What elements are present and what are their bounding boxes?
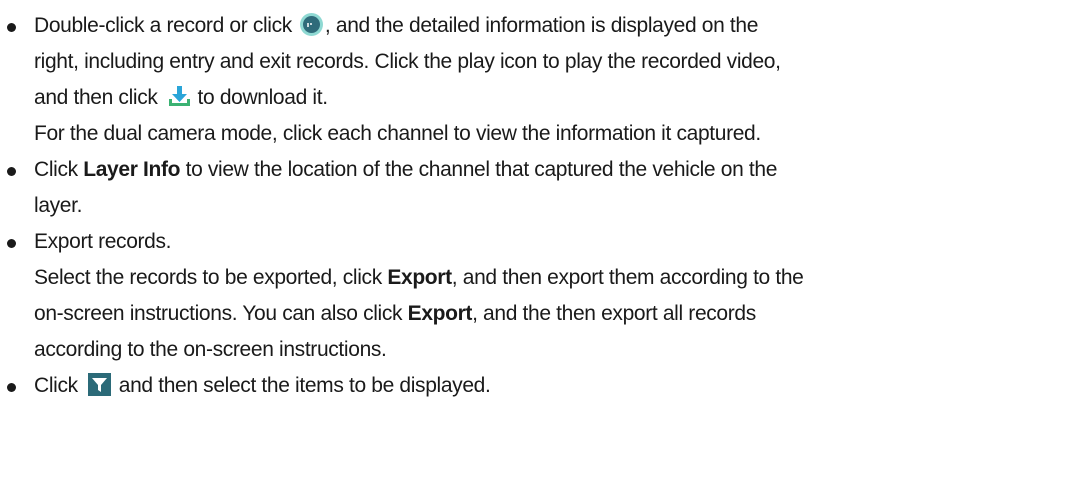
layer-info-term: Layer Info <box>83 158 181 181</box>
text-line: right, including entry and exit records.… <box>34 50 781 73</box>
text-line: Export records. <box>34 230 172 253</box>
export-term: Export <box>387 266 452 289</box>
text-line: on-screen instructions. You can also cli… <box>34 302 756 325</box>
filter-icon <box>87 372 111 396</box>
more-circle-icon <box>299 12 323 36</box>
text-line: Select the records to be exported, click… <box>34 266 804 289</box>
text-line: Click and then select the items to be di… <box>34 372 491 397</box>
text-line: layer. <box>34 194 83 217</box>
text-line: according to the on-screen instructions. <box>34 338 387 361</box>
download-icon <box>166 84 192 108</box>
bullet-dot <box>7 239 16 248</box>
text-line: For the dual camera mode, click each cha… <box>34 122 761 145</box>
export-term: Export <box>407 302 473 325</box>
bullet-dot <box>7 167 16 176</box>
text-line: Click Layer Info to view the location of… <box>34 158 778 181</box>
document: Double-click a record or click, and the … <box>0 0 1066 486</box>
bullet-dot <box>7 23 16 32</box>
text-line: Double-click a record or click, and the … <box>34 12 759 37</box>
text-line: and then click to download it. <box>34 84 328 109</box>
bullet-dot <box>7 383 16 392</box>
